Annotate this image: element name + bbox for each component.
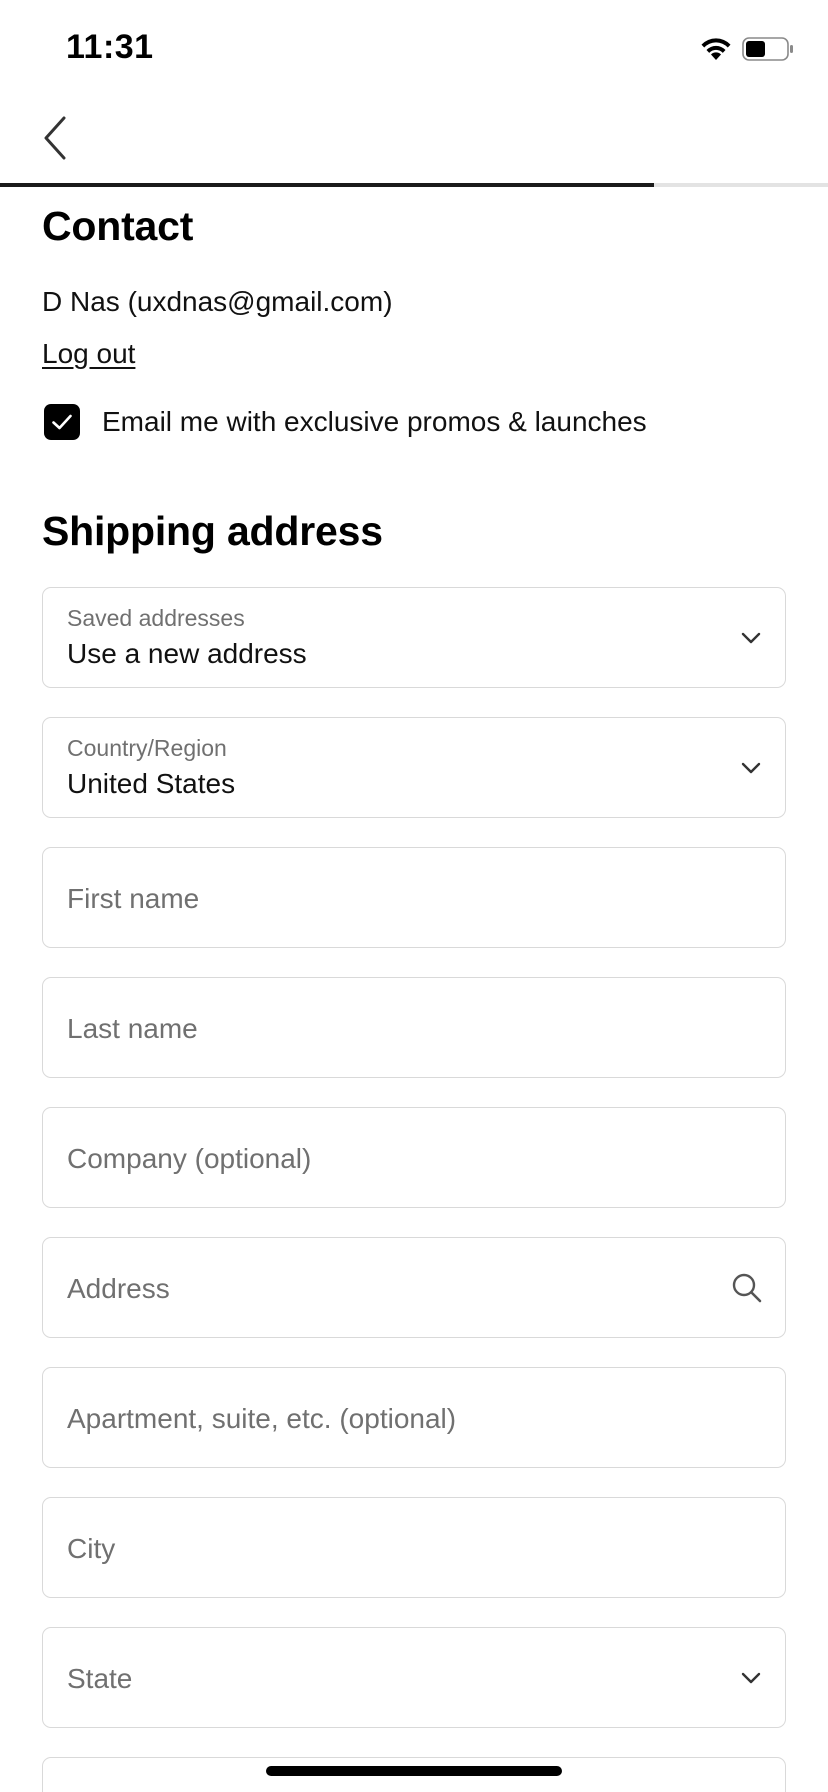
country-region-label: Country/Region — [67, 735, 227, 761]
checkmark-icon — [52, 414, 72, 430]
city-field[interactable]: City — [42, 1497, 786, 1598]
home-indicator — [266, 1766, 562, 1776]
wifi-icon — [701, 38, 731, 60]
shipping-address-heading: Shipping address — [42, 508, 383, 554]
chevron-down-icon — [741, 718, 761, 817]
city-placeholder: City — [67, 1533, 116, 1564]
back-button[interactable] — [30, 108, 80, 168]
apartment-placeholder: Apartment, suite, etc. (optional) — [67, 1403, 457, 1434]
last-name-placeholder: Last name — [67, 1013, 198, 1044]
chevron-down-icon — [741, 588, 761, 687]
email-optin-row[interactable]: Email me with exclusive promos & launche… — [44, 404, 647, 440]
search-icon[interactable] — [731, 1238, 763, 1337]
checkout-screen: 11:31 Contact D Nas (uxdnas@gmail.com) L… — [0, 0, 828, 1792]
chevron-down-icon — [741, 1628, 761, 1727]
address-placeholder: Address — [67, 1273, 170, 1304]
first-name-placeholder: First name — [67, 883, 200, 914]
status-time: 11:31 — [66, 28, 154, 66]
saved-addresses-label: Saved addresses — [67, 605, 245, 631]
email-optin-label: Email me with exclusive promos & launche… — [102, 406, 647, 437]
address-field[interactable]: Address — [42, 1237, 786, 1338]
chevron-left-icon — [44, 116, 66, 160]
apartment-field[interactable]: Apartment, suite, etc. (optional) — [42, 1367, 786, 1468]
saved-addresses-value: Use a new address — [67, 638, 307, 669]
first-name-field[interactable]: First name — [42, 847, 786, 948]
saved-addresses-select[interactable]: Saved addresses Use a new address — [42, 587, 786, 688]
last-name-field[interactable]: Last name — [42, 977, 786, 1078]
contact-heading: Contact — [42, 203, 194, 249]
checkout-progress-bar — [0, 183, 828, 187]
state-select[interactable]: State — [42, 1627, 786, 1728]
checkout-progress-fill — [0, 183, 655, 187]
company-placeholder: Company (optional) — [67, 1143, 312, 1174]
country-region-select[interactable]: Country/Region United States — [42, 717, 786, 818]
battery-icon — [742, 37, 793, 61]
company-field[interactable]: Company (optional) — [42, 1107, 786, 1208]
country-region-value: United States — [67, 768, 236, 799]
state-placeholder: State — [67, 1663, 133, 1694]
contact-user-line: D Nas (uxdnas@gmail.com) — [42, 286, 393, 317]
email-optin-checkbox[interactable] — [44, 404, 80, 440]
logout-link[interactable]: Log out — [42, 338, 135, 370]
